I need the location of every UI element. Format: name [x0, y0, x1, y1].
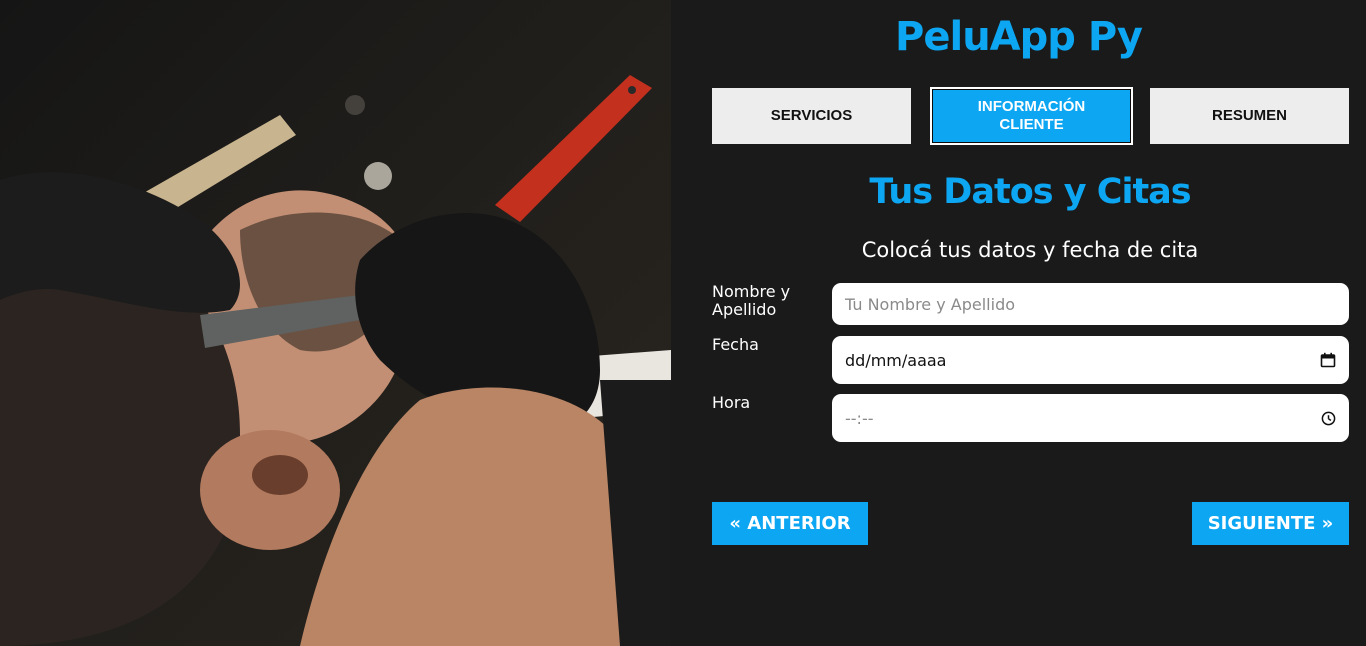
bokeh-light — [364, 162, 392, 190]
ear-inner — [252, 455, 308, 495]
tab-informacion-cliente[interactable]: INFORMACIÓN CLIENTE — [930, 87, 1133, 145]
barber-photo — [0, 0, 671, 646]
barber-illustration — [0, 75, 671, 646]
bokeh-light — [345, 95, 365, 115]
barber-forearm — [300, 387, 642, 646]
tab-servicios[interactable]: SERVICIOS — [712, 88, 911, 144]
tab-resumen[interactable]: RESUMEN — [1150, 88, 1349, 144]
date-value: dd/mm/aaaa — [845, 350, 947, 370]
calendar-icon[interactable] — [1320, 352, 1336, 368]
razor-handle — [495, 75, 652, 222]
time-label: Hora — [712, 393, 751, 412]
time-value: --:-- — [845, 408, 874, 428]
name-input[interactable]: Tu Nombre y Apellido — [832, 283, 1349, 325]
tab-bar: SERVICIOS INFORMACIÓN CLIENTE RESUMEN — [712, 87, 1349, 145]
time-input[interactable]: --:-- — [832, 394, 1349, 442]
section-subtitle: Colocá tus datos y fecha de cita — [861, 238, 1199, 262]
name-label: Nombre y Apellido — [712, 282, 791, 319]
name-placeholder: Tu Nombre y Apellido — [845, 294, 1016, 314]
previous-button[interactable]: « ANTERIOR — [712, 502, 868, 545]
section-title: Tus Datos y Citas — [869, 172, 1191, 212]
date-label: Fecha — [712, 335, 759, 354]
app-panel: PeluApp Py SERVICIOS INFORMACIÓN CLIENTE… — [671, 0, 1366, 646]
date-input[interactable]: dd/mm/aaaa — [832, 336, 1349, 384]
app-title: PeluApp Py — [895, 14, 1143, 60]
razor-rivet — [628, 86, 636, 94]
clock-icon[interactable] — [1321, 411, 1336, 426]
next-button[interactable]: SIGUIENTE » — [1192, 502, 1349, 545]
